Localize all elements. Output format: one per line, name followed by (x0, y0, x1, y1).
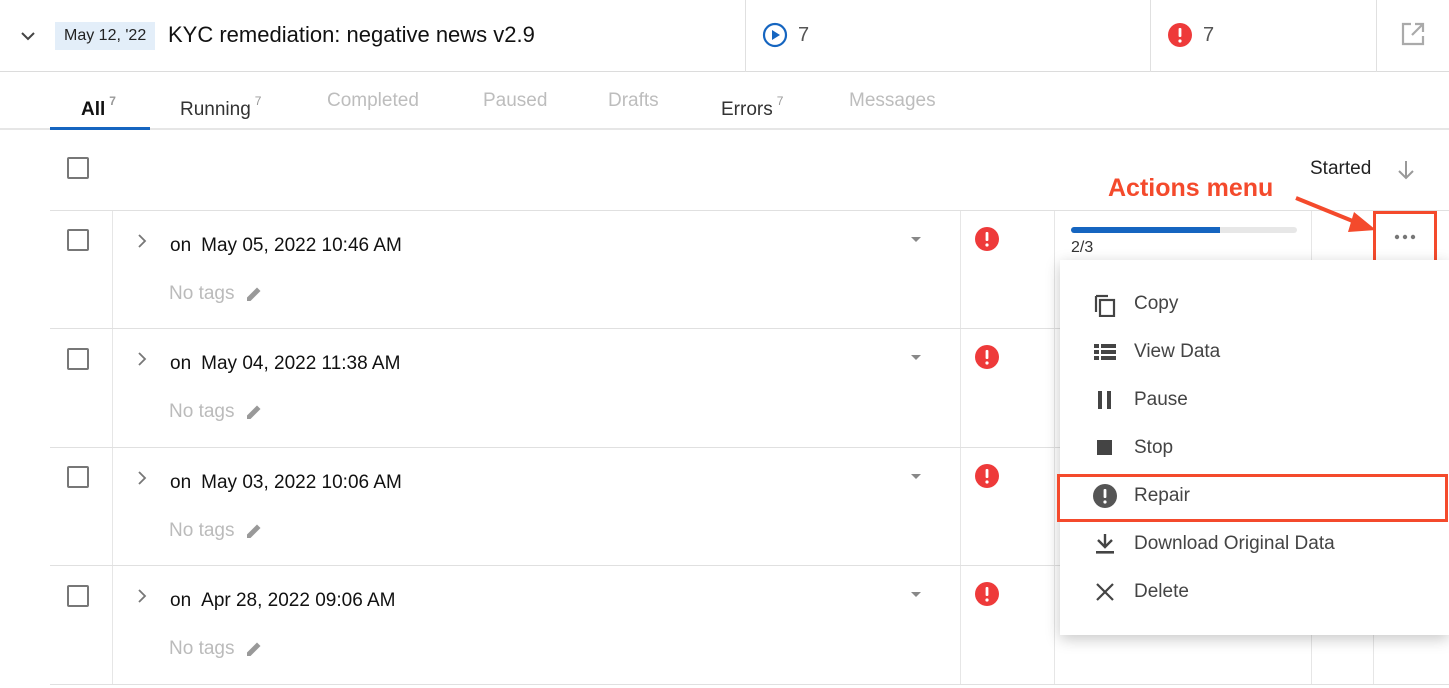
dropdown-caret-icon[interactable] (908, 586, 924, 602)
run-started-text: on May 05, 2022 10:46 AM (170, 235, 402, 256)
select-all-checkbox[interactable] (67, 157, 89, 179)
dropdown-caret-icon[interactable] (908, 231, 924, 247)
row-tags[interactable]: No tags (169, 638, 264, 660)
menu-item-stop[interactable]: Stop (1060, 424, 1449, 472)
date-badge: May 12, '22 (55, 22, 156, 50)
edit-pencil-icon[interactable] (244, 521, 264, 541)
annotation-label: Actions menu (1108, 174, 1274, 202)
close-icon (1092, 579, 1118, 605)
run-started-text: on May 04, 2022 11:38 AM (170, 353, 401, 374)
progress-bar-fill (1071, 227, 1221, 233)
tab-messages[interactable]: Messages (849, 88, 936, 114)
menu-item-pause[interactable]: Pause (1060, 376, 1449, 424)
running-stat[interactable]: 7 (762, 22, 809, 48)
progress-text: 2/3 (1071, 239, 1094, 256)
page-title: KYC remediation: negative news v2.9 (168, 22, 535, 47)
open-external-icon[interactable] (1400, 21, 1426, 47)
row-checkbox[interactable] (67, 348, 89, 370)
column-divider (112, 566, 113, 685)
pause-icon (1092, 387, 1118, 413)
collapse-chevron-icon[interactable] (16, 24, 40, 48)
edit-pencil-icon[interactable] (244, 639, 264, 659)
play-circle-icon (762, 22, 788, 48)
run-started-text: on May 03, 2022 10:06 AM (170, 472, 402, 493)
dropdown-caret-icon[interactable] (908, 349, 924, 365)
expand-chevron-icon[interactable] (132, 349, 152, 369)
column-divider (960, 448, 961, 567)
header-divider (1150, 0, 1151, 72)
run-started-text: on Apr 28, 2022 09:06 AM (170, 590, 396, 611)
error-stat[interactable]: 7 (1167, 22, 1214, 48)
row-tags[interactable]: No tags (169, 520, 264, 542)
tab-completed[interactable]: Completed (327, 88, 419, 114)
expand-chevron-icon[interactable] (132, 586, 152, 606)
progress-bar (1071, 227, 1297, 233)
error-alert-icon[interactable] (974, 463, 1000, 489)
sort-label[interactable]: Started (1310, 158, 1371, 180)
menu-item-label: Delete (1134, 581, 1189, 602)
copy-icon (1092, 291, 1118, 317)
expand-chevron-icon[interactable] (132, 468, 152, 488)
menu-item-label: Stop (1134, 437, 1174, 458)
column-divider (960, 329, 961, 448)
column-divider (960, 566, 961, 685)
row-tags[interactable]: No tags (169, 401, 264, 423)
menu-item-delete[interactable]: Delete (1060, 568, 1449, 616)
tab-errors[interactable]: Errors 7 (721, 88, 783, 123)
menu-item-label: Copy (1134, 293, 1179, 314)
column-divider (112, 329, 113, 448)
menu-item-view-data[interactable]: View Data (1060, 328, 1449, 376)
actions-dropdown-menu: Copy View Data Pause Stop Repair Downloa… (1060, 260, 1449, 635)
running-count: 7 (798, 23, 810, 46)
status-tabs: All 7 Running 7 Completed Paused Drafts Er… (0, 72, 1449, 130)
repair-highlight-box (1057, 474, 1448, 522)
stop-icon (1092, 435, 1118, 461)
menu-item-copy[interactable]: Copy (1060, 280, 1449, 328)
sort-down-arrow-icon[interactable] (1394, 158, 1418, 182)
tab-running[interactable]: Running 7 (180, 88, 261, 123)
menu-item-download-original-data[interactable]: Download Original Data (1060, 520, 1449, 568)
error-alert-icon (1168, 23, 1192, 47)
row-checkbox[interactable] (67, 466, 89, 488)
column-divider (112, 211, 113, 330)
view-list-icon (1092, 339, 1118, 365)
menu-item-label: Download Original Data (1134, 533, 1335, 554)
error-alert-icon[interactable] (974, 226, 1000, 252)
more-horizontal-icon (1394, 234, 1416, 240)
dropdown-caret-icon[interactable] (908, 468, 924, 484)
error-count: 7 (1203, 23, 1215, 46)
row-checkbox[interactable] (67, 585, 89, 607)
header-divider (745, 0, 746, 72)
active-tab-indicator (50, 127, 150, 130)
run-header: May 12, '22 KYC remediation: negative ne… (0, 0, 1449, 72)
download-icon (1092, 531, 1118, 557)
tab-paused[interactable]: Paused (483, 88, 547, 114)
tab-drafts[interactable]: Drafts (608, 88, 659, 114)
menu-item-label: View Data (1134, 341, 1221, 362)
column-divider (960, 211, 961, 330)
column-divider (1054, 448, 1055, 567)
table-bottom-border (50, 684, 1449, 685)
error-alert-icon[interactable] (974, 581, 1000, 607)
actions-menu-button[interactable] (1373, 211, 1437, 263)
row-tags[interactable]: No tags (169, 283, 264, 305)
column-divider (1054, 329, 1055, 448)
edit-pencil-icon[interactable] (244, 402, 264, 422)
row-checkbox[interactable] (67, 229, 89, 251)
error-alert-icon[interactable] (974, 344, 1000, 370)
expand-chevron-icon[interactable] (132, 231, 152, 251)
header-divider (1376, 0, 1377, 72)
menu-item-label: Pause (1134, 389, 1188, 410)
column-divider (112, 448, 113, 567)
column-divider (1054, 211, 1055, 330)
column-divider (1054, 566, 1055, 685)
tab-all[interactable]: All 7 (81, 88, 116, 123)
edit-pencil-icon[interactable] (244, 284, 264, 304)
